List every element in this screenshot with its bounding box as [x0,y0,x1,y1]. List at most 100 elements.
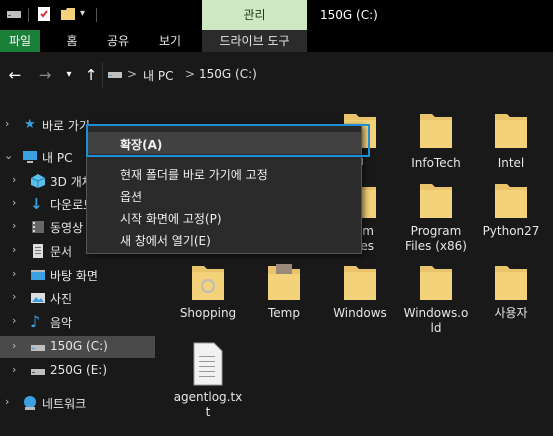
file-label: Files (x86) [405,239,467,253]
sidebar-item-label: 내 PC [42,151,73,165]
properties-icon[interactable] [36,6,52,22]
file-label: agentlog.tx [173,390,243,404]
context-menu: 확장(A) 현재 폴더를 바로 가기에 고정 옵션 시작 화면에 고정(P) 새… [86,124,362,254]
menu-item-pin-quick-access[interactable]: 현재 폴더를 바로 가기에 고정 [87,162,361,184]
chevron-down-icon[interactable]: ⌄ [4,149,13,162]
file-label: Temp [268,306,300,320]
desktop-icon [30,267,46,283]
chevron-right-icon[interactable]: › [12,267,16,280]
folder-icon [420,184,452,218]
file-label: Python27 [482,224,540,238]
drive-icon [107,68,123,82]
menu-item-label: 새 창에서 열기(E) [120,234,211,248]
menu-item-options[interactable]: 옵션 [87,184,361,206]
folder-icon [495,266,527,300]
up-arrow-icon[interactable]: ↑ [82,66,100,84]
folder-icon [268,264,300,300]
breadcrumb-separator: > [185,67,196,81]
sidebar-item-music[interactable]: › ♪ 음악 [0,311,155,333]
address-bar-row: ← → ▾ ↑ > 내 PC > 150G (C:) [0,52,553,98]
quickaccess-separator [28,8,29,22]
music-icon: ♪ [30,312,41,331]
recent-chevron-icon[interactable]: ▾ [60,66,78,84]
folder-icon [420,266,452,300]
sidebar-item-label: 동영상 [50,221,84,235]
download-icon: ↓ [30,195,43,213]
star-icon: ★ [24,117,36,132]
sidebar-item-drive-c[interactable]: › 150G (C:) [0,336,155,358]
tab-share[interactable]: 공유 [98,30,138,52]
customize-chevron-icon[interactable]: ▾ [80,6,96,22]
menu-item-label: 현재 폴더를 바로 가기에 고정 [120,168,268,182]
title-bar: ▾ 관리 150G (C:) [0,0,553,30]
chevron-right-icon[interactable]: › [12,243,16,256]
chevron-right-icon[interactable]: › [12,339,16,352]
tab-file[interactable]: 파일 [0,30,40,52]
ribbon-tabs: 파일 홈 공유 보기 드라이브 도구 [0,30,553,52]
tab-home[interactable]: 홈 [52,30,92,52]
breadcrumb-my-pc[interactable]: 내 PC [143,67,173,84]
menu-item-label: 옵션 [120,190,143,204]
file-label: Windows.o [403,306,469,320]
sidebar-item-label: 150G (C:) [50,339,108,353]
chevron-right-icon[interactable]: › [12,314,16,327]
chevron-right-icon[interactable]: › [12,219,16,232]
window-title: 150G (C:) [320,8,378,22]
sidebar-item-label: 바로 가기 [42,119,90,133]
sidebar-item-label: 음악 [50,316,73,330]
file-label: Windows [333,306,387,320]
file-label: t [205,405,211,419]
back-arrow-icon[interactable]: ← [6,66,24,84]
sidebar-item-label: 250G (E:) [50,363,108,377]
menu-item-open-new-window[interactable]: 새 창에서 열기(E) [87,228,361,250]
address-box[interactable]: > 내 PC > 150G (C:) [102,62,553,88]
sidebar-item-pictures[interactable]: › 사진 [0,287,155,309]
menu-item-label: 시작 화면에 고정(P) [120,212,222,226]
chevron-right-icon[interactable]: › [12,173,16,186]
tab-drive-tools[interactable]: 드라이브 도구 [202,30,307,52]
drive-icon [30,363,46,379]
pictures-icon [30,290,46,306]
file-label: Intel [497,156,525,170]
sidebar-item-network[interactable]: › 네트워크 [0,392,155,414]
tab-manage[interactable]: 관리 [202,0,307,30]
chevron-right-icon[interactable]: › [12,196,16,209]
file-label: InfoTech [411,156,461,170]
menu-item-label: 확장(A) [120,138,163,152]
forward-arrow-icon[interactable]: → [36,66,54,84]
new-folder-icon[interactable] [60,6,76,22]
video-icon [30,219,46,235]
app-drive-icon [6,6,22,22]
folder-icon [192,266,224,300]
sidebar-item-label: 문서 [50,245,73,259]
document-icon [30,243,46,259]
sidebar-item-label: 바탕 화면 [50,269,98,283]
menu-item-pin-start[interactable]: 시작 화면에 고정(P) [87,206,361,228]
menu-item-expand[interactable]: 확장(A) [87,132,361,154]
quickaccess-separator [96,8,97,22]
chevron-right-icon[interactable]: › [12,290,16,303]
sidebar-item-desktop[interactable]: › 바탕 화면 [0,264,155,286]
sidebar-item-label: 네트워크 [42,397,87,411]
chevron-right-icon[interactable]: › [5,117,9,130]
sidebar-item-label: 사진 [50,292,73,306]
pc-icon [22,149,38,165]
network-icon [22,395,38,411]
file-label: 사용자 [494,306,528,320]
chevron-right-icon[interactable]: › [12,363,16,376]
text-file-icon [193,342,223,386]
tab-view[interactable]: 보기 [150,30,190,52]
file-label: Shopping [179,306,237,320]
folder-icon [420,114,452,148]
3d-objects-icon [30,173,46,189]
breadcrumb-drive-c[interactable]: 150G (C:) [199,67,257,81]
folder-icon [344,266,376,300]
folder-icon [495,114,527,148]
drive-icon [30,339,46,355]
file-label: ld [430,321,442,335]
folder-icon [495,184,527,218]
breadcrumb-separator: > [127,67,138,81]
sidebar-item-drive-e[interactable]: › 250G (E:) [0,360,155,382]
chevron-right-icon[interactable]: › [5,395,9,408]
file-label: Program [410,224,462,238]
